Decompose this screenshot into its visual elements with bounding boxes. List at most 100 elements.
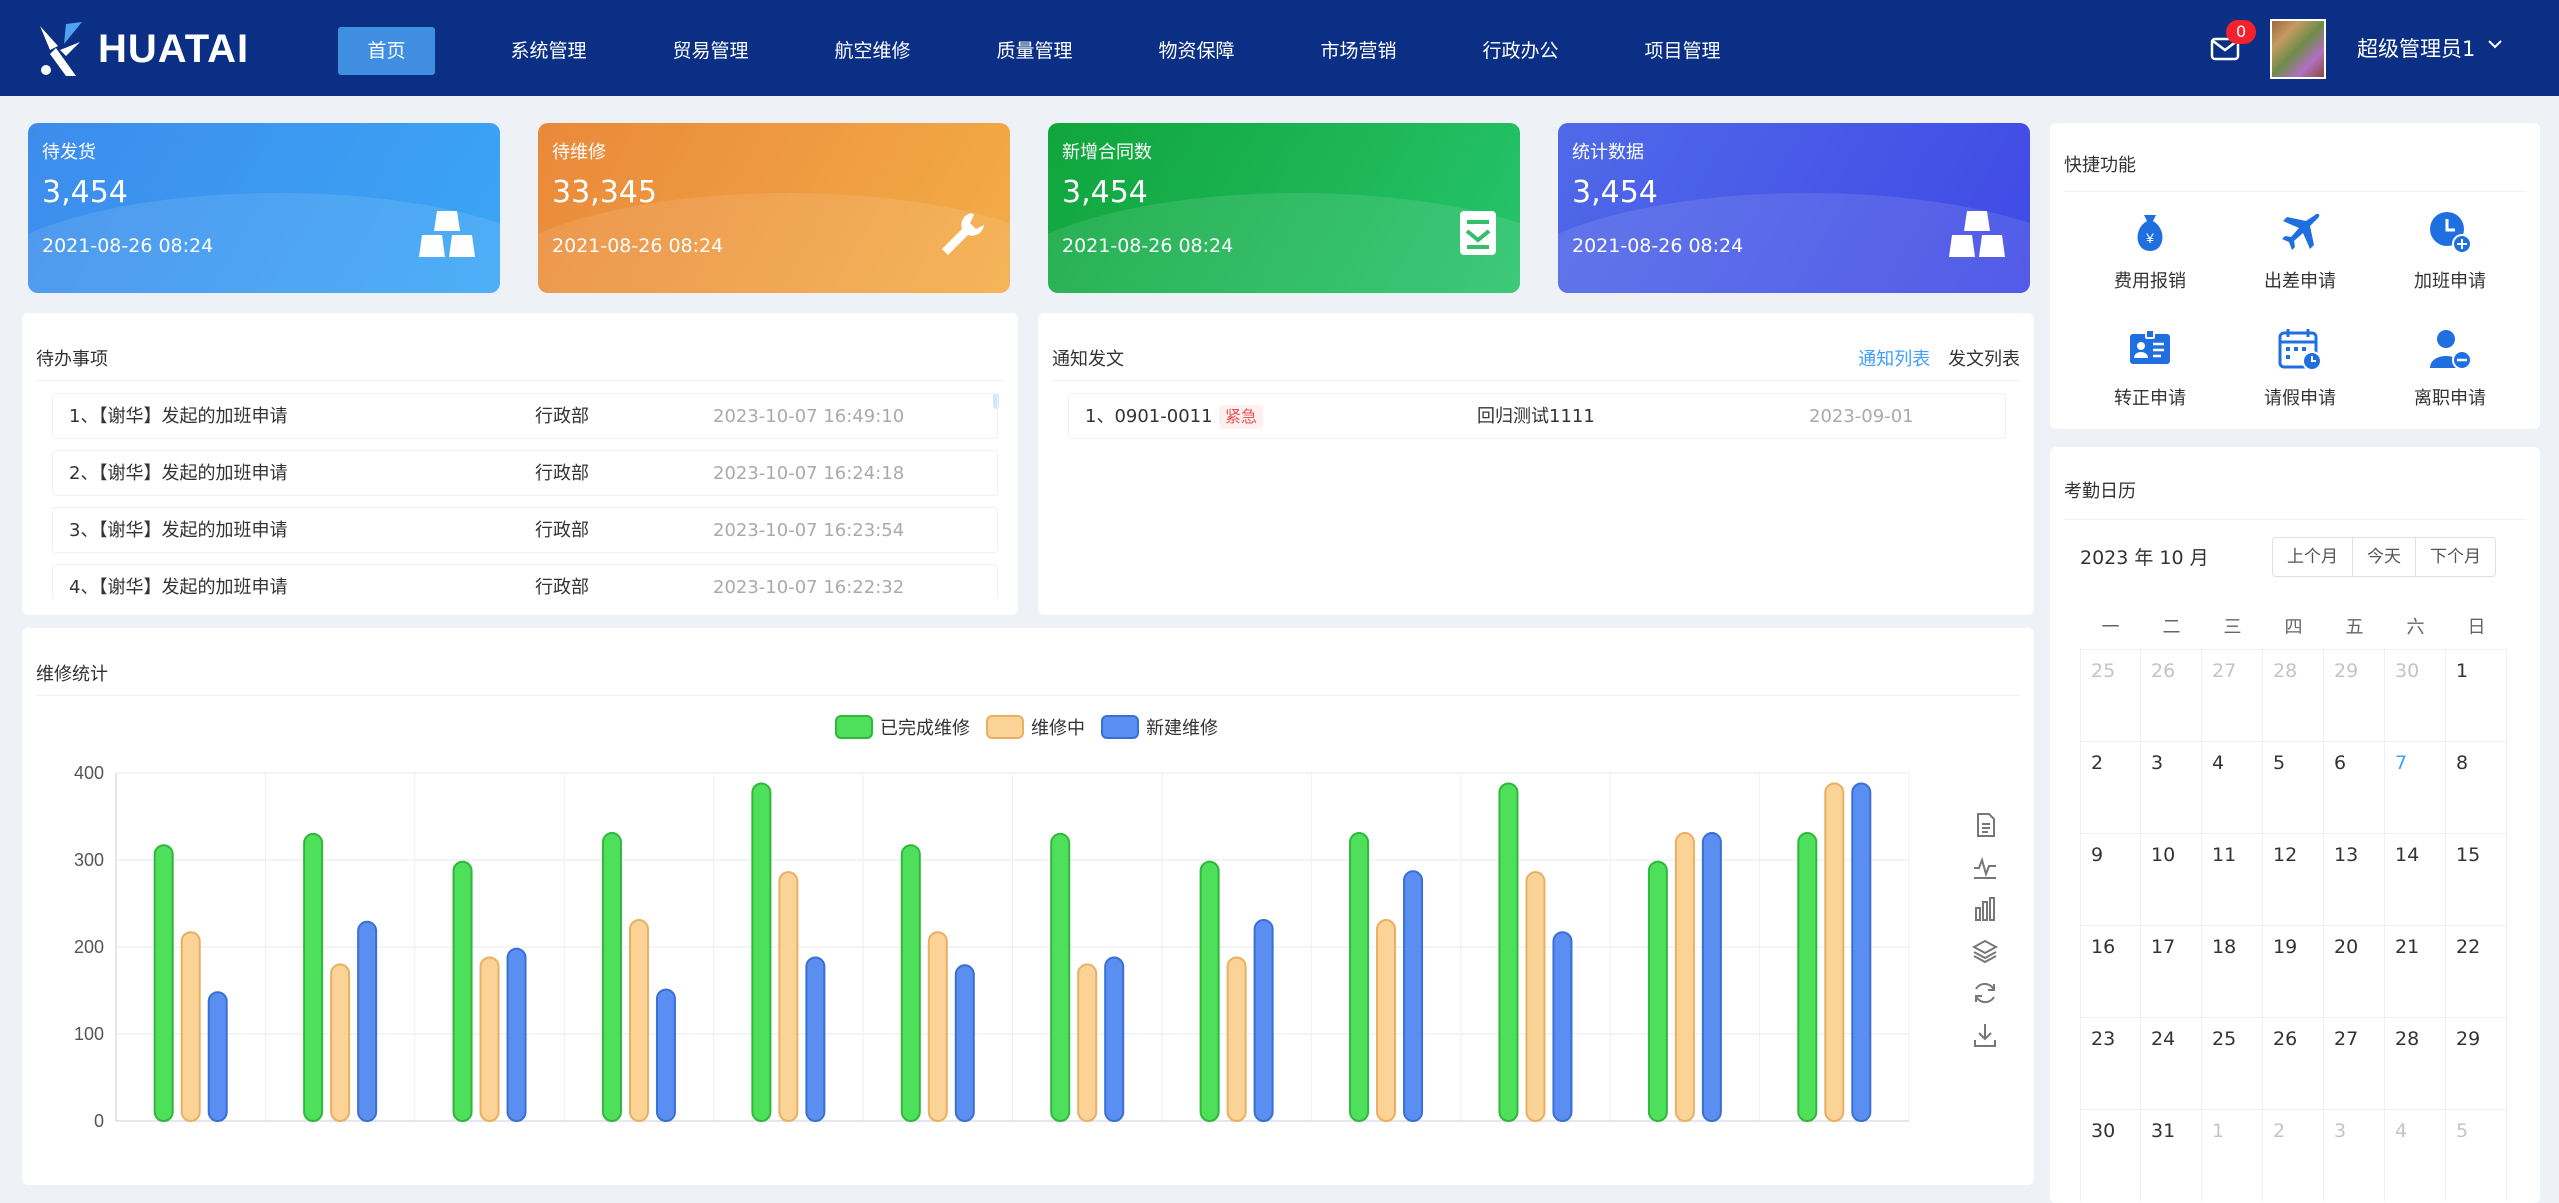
avatar[interactable]	[2270, 19, 2326, 79]
calendar-day[interactable]: 9	[2080, 834, 2141, 925]
calendar-day[interactable]: 27	[2202, 650, 2263, 741]
bar[interactable]	[601, 832, 622, 1122]
calendar-day[interactable]: 6	[2324, 742, 2385, 833]
quick-item-clock-plus[interactable]: 加班申请	[2390, 209, 2510, 293]
calendar-day[interactable]: 25	[2202, 1018, 2263, 1109]
chevron-down-icon[interactable]	[2487, 38, 2503, 50]
stat-card-pending-repair[interactable]: 待维修 33,345 2021-08-26 08:24	[538, 123, 1010, 293]
bar[interactable]	[1797, 832, 1818, 1122]
calendar-day[interactable]: 11	[2202, 834, 2263, 925]
calendar-day[interactable]: 2	[2263, 1110, 2324, 1201]
calendar-day[interactable]: 1	[2202, 1110, 2263, 1201]
bar[interactable]	[1403, 870, 1424, 1122]
download-icon[interactable]	[1972, 1022, 1998, 1048]
calendar-day[interactable]: 29	[2446, 1018, 2507, 1109]
bar[interactable]	[1226, 956, 1247, 1122]
calendar-day[interactable]: 10	[2141, 834, 2202, 925]
bar[interactable]	[778, 871, 799, 1122]
quick-item-money-bag[interactable]: ¥ 费用报销	[2090, 209, 2210, 293]
tab-notice-list[interactable]: 通知列表	[1858, 349, 1930, 370]
bar[interactable]	[1376, 919, 1397, 1122]
bar[interactable]	[506, 947, 527, 1122]
bar[interactable]	[479, 956, 500, 1122]
list-item[interactable]: 2、【谢华】发起的加班申请 行政部 2023-10-07 16:24:18	[52, 450, 998, 496]
restore-icon[interactable]	[1972, 980, 1998, 1006]
nav-item-8[interactable]: 项目管理	[1634, 27, 1731, 75]
bar[interactable]	[805, 956, 826, 1122]
bar[interactable]	[628, 919, 649, 1122]
bar[interactable]	[452, 860, 473, 1123]
bar[interactable]	[1552, 931, 1573, 1122]
calendar-day[interactable]: 30	[2080, 1110, 2141, 1201]
calendar-day[interactable]: 31	[2141, 1110, 2202, 1201]
logo[interactable]: HUATAI	[36, 20, 249, 78]
data-view-icon[interactable]	[1972, 812, 1998, 838]
tab-doc-list[interactable]: 发文列表	[1948, 349, 2020, 370]
stat-card-new-contracts[interactable]: 新增合同数 3,454 2021-08-26 08:24	[1048, 123, 1520, 293]
calendar-day[interactable]: 21	[2385, 926, 2446, 1017]
calendar-day[interactable]: 28	[2385, 1018, 2446, 1109]
line-chart-icon[interactable]	[1972, 854, 1998, 880]
nav-item-5[interactable]: 物资保障	[1148, 27, 1245, 75]
calendar-day[interactable]: 30	[2385, 650, 2446, 741]
calendar-day[interactable]: 1	[2446, 650, 2507, 741]
calendar-day[interactable]: 16	[2080, 926, 2141, 1017]
calendar-day[interactable]: 13	[2324, 834, 2385, 925]
bar[interactable]	[1674, 832, 1695, 1122]
prev-month-button[interactable]: 上个月	[2273, 538, 2353, 576]
bar[interactable]	[1498, 782, 1519, 1122]
calendar-day[interactable]: 2	[2080, 742, 2141, 833]
bar[interactable]	[751, 782, 772, 1122]
nav-item-3[interactable]: 航空维修	[824, 27, 921, 75]
calendar-day[interactable]: 5	[2263, 742, 2324, 833]
calendar-day[interactable]: 20	[2324, 926, 2385, 1017]
username[interactable]: 超级管理员1	[2357, 33, 2475, 63]
calendar-day[interactable]: 8	[2446, 742, 2507, 833]
bar[interactable]	[180, 931, 201, 1122]
next-month-button[interactable]: 下个月	[2416, 538, 2495, 576]
calendar-day[interactable]: 25	[2080, 650, 2141, 741]
bar[interactable]	[1199, 860, 1220, 1123]
bar[interactable]	[1851, 782, 1872, 1122]
stack-icon[interactable]	[1971, 938, 1999, 964]
bar[interactable]	[1077, 963, 1098, 1122]
stat-card-pending-shipment[interactable]: 待发货 3,454 2021-08-26 08:24	[28, 123, 500, 293]
bar[interactable]	[927, 931, 948, 1122]
nav-item-4[interactable]: 质量管理	[986, 27, 1083, 75]
calendar-day[interactable]: 3	[2324, 1110, 2385, 1201]
bar[interactable]	[1253, 919, 1274, 1122]
calendar-day[interactable]: 3	[2141, 742, 2202, 833]
calendar-day[interactable]: 5	[2446, 1110, 2507, 1201]
calendar-day[interactable]: 12	[2263, 834, 2324, 925]
calendar-day[interactable]: 18	[2202, 926, 2263, 1017]
bar[interactable]	[357, 920, 378, 1122]
bar[interactable]	[900, 844, 921, 1123]
bar[interactable]	[1647, 860, 1668, 1123]
calendar-day[interactable]: 14	[2385, 834, 2446, 925]
calendar-day[interactable]: 26	[2263, 1018, 2324, 1109]
calendar-day[interactable]: 26	[2141, 650, 2202, 741]
bar[interactable]	[1104, 956, 1125, 1122]
bar[interactable]	[655, 988, 676, 1122]
calendar-day[interactable]: 29	[2324, 650, 2385, 741]
bar[interactable]	[330, 963, 351, 1122]
bar-chart-icon[interactable]	[1972, 896, 1998, 922]
list-item[interactable]: 3、【谢华】发起的加班申请 行政部 2023-10-07 16:23:54	[52, 507, 998, 553]
calendar-day[interactable]: 15	[2446, 834, 2507, 925]
calendar-day[interactable]: 23	[2080, 1018, 2141, 1109]
bar[interactable]	[954, 964, 975, 1122]
bar[interactable]	[1050, 832, 1071, 1122]
bar[interactable]	[303, 832, 324, 1122]
nav-item-6[interactable]: 市场营销	[1310, 27, 1407, 75]
bar[interactable]	[1701, 832, 1722, 1122]
bar[interactable]	[207, 991, 228, 1122]
calendar-day[interactable]: 22	[2446, 926, 2507, 1017]
nav-item-2[interactable]: 贸易管理	[662, 27, 759, 75]
nav-item-1[interactable]: 系统管理	[500, 27, 597, 75]
quick-item-user-minus[interactable]: 离职申请	[2390, 326, 2510, 410]
calendar-day[interactable]: 17	[2141, 926, 2202, 1017]
today-button[interactable]: 今天	[2353, 538, 2416, 576]
list-item[interactable]: 1、【谢华】发起的加班申请 行政部 2023-10-07 16:49:10	[52, 393, 998, 439]
bar[interactable]	[1349, 832, 1370, 1122]
bar[interactable]	[1824, 782, 1845, 1122]
